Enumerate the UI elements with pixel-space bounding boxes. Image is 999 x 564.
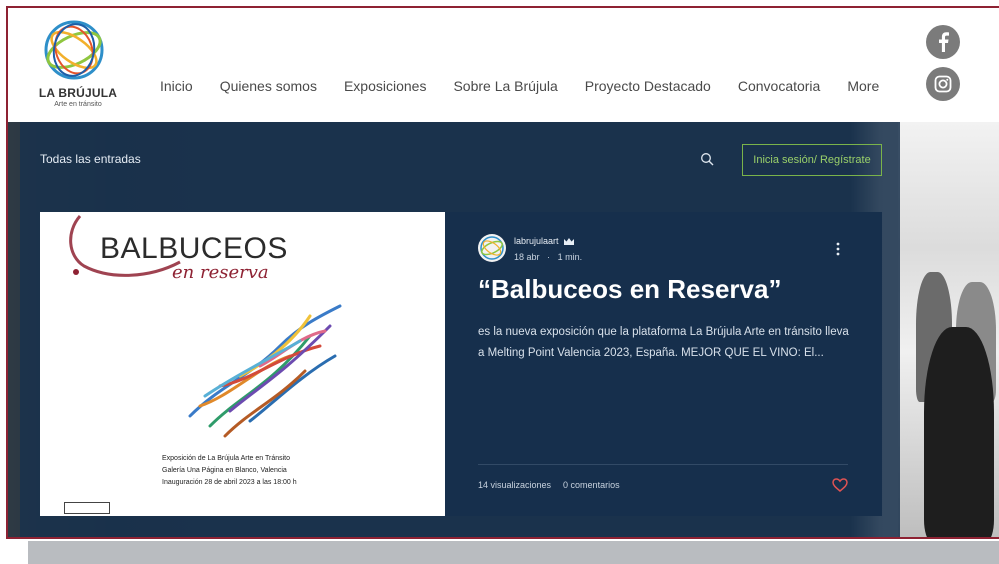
post-card[interactable]: BALBUCEOS en reserva Exposición de La Br… <box>40 212 882 516</box>
nav-item-sobre-la-brujula[interactable]: Sobre La Brújula <box>453 78 557 100</box>
post-stats: 14 visualizaciones 0 comentarios <box>478 480 620 490</box>
nav-item-proyecto-destacado[interactable]: Proyecto Destacado <box>585 78 711 100</box>
bottom-bar <box>28 541 999 564</box>
search-icon[interactable] <box>700 152 714 166</box>
ministry-logo <box>64 502 110 514</box>
nav-item-inicio[interactable]: Inicio <box>160 78 193 100</box>
meta-separator: · <box>547 252 551 262</box>
nav-item-quienes-somos[interactable]: Quienes somos <box>220 78 317 100</box>
social-links <box>926 25 962 109</box>
views-count: 14 visualizaciones <box>478 480 552 490</box>
all-posts-link[interactable]: Todas las entradas <box>40 152 141 166</box>
nav-item-convocatoria[interactable]: Convocatoria <box>738 78 821 100</box>
heart-icon[interactable] <box>832 478 848 492</box>
more-actions-icon[interactable] <box>836 242 840 256</box>
poster-line: Inauguración 28 de abril 2023 a las 18:0… <box>162 479 297 486</box>
main-nav: Inicio Quienes somos Exposiciones Sobre … <box>160 78 906 100</box>
facebook-icon[interactable] <box>926 25 960 59</box>
poster-subtitle: en reserva <box>172 262 269 283</box>
poster-title: BALBUCEOS <box>100 232 288 265</box>
instagram-icon[interactable] <box>926 67 960 101</box>
post-cover-image[interactable]: BALBUCEOS en reserva Exposición de La Br… <box>40 212 445 516</box>
post-meta: 18 abr · 1 min. <box>514 252 582 262</box>
divider <box>478 464 848 465</box>
post-title[interactable]: “Balbuceos en Reserva” <box>478 274 781 305</box>
author-avatar[interactable] <box>478 234 506 262</box>
hero-section: Todas las entradas Inicia sesión/ Regíst… <box>8 122 999 537</box>
logo-title: LA BRÚJULA <box>38 86 118 100</box>
site-logo[interactable]: LA BRÚJULA Arte en tránsito <box>38 18 118 114</box>
background-photo <box>898 122 999 537</box>
blog-panel: Todas las entradas Inicia sesión/ Regíst… <box>20 122 900 537</box>
sculpture-illustration <box>188 304 342 438</box>
poster-line: Exposición de La Brújula Arte en Tránsit… <box>162 455 291 462</box>
login-signup-button[interactable]: Inicia sesión/ Regístrate <box>742 144 882 176</box>
post-content: labrujulaart 18 abr · 1 min. “Balbuceos … <box>478 212 850 516</box>
page-frame: LA BRÚJULA Arte en tránsito Inicio Quien… <box>6 6 999 539</box>
nav-item-exposiciones[interactable]: Exposiciones <box>344 78 427 100</box>
logo-subtitle: Arte en tránsito <box>54 101 102 108</box>
author-name[interactable]: labrujulaart <box>514 236 575 246</box>
crown-icon <box>564 238 575 246</box>
poster-line: Galería Una Página en Blanco, Valencia <box>162 467 287 474</box>
background-person <box>924 327 994 537</box>
nav-item-more[interactable]: More <box>847 78 879 100</box>
compass-logo-icon <box>44 20 104 80</box>
author-name-text: labrujulaart <box>514 236 559 246</box>
read-time: 1 min. <box>557 252 583 262</box>
post-date: 18 abr <box>514 252 540 262</box>
post-excerpt[interactable]: es la nueva exposición que la plataforma… <box>478 322 850 364</box>
site-header: LA BRÚJULA Arte en tránsito Inicio Quien… <box>8 8 999 122</box>
comments-count[interactable]: 0 comentarios <box>563 480 620 490</box>
